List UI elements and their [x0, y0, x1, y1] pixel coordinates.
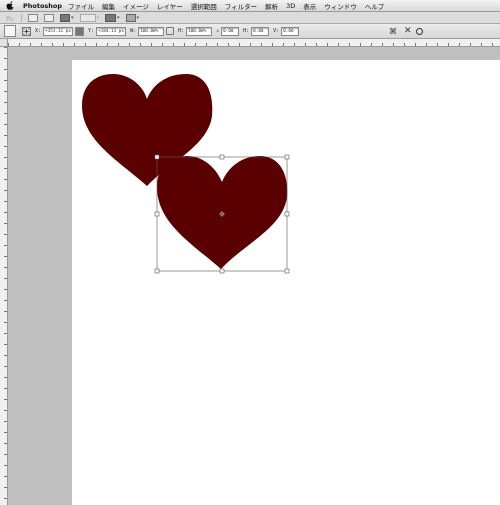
- artwork-layer: [81, 74, 290, 274]
